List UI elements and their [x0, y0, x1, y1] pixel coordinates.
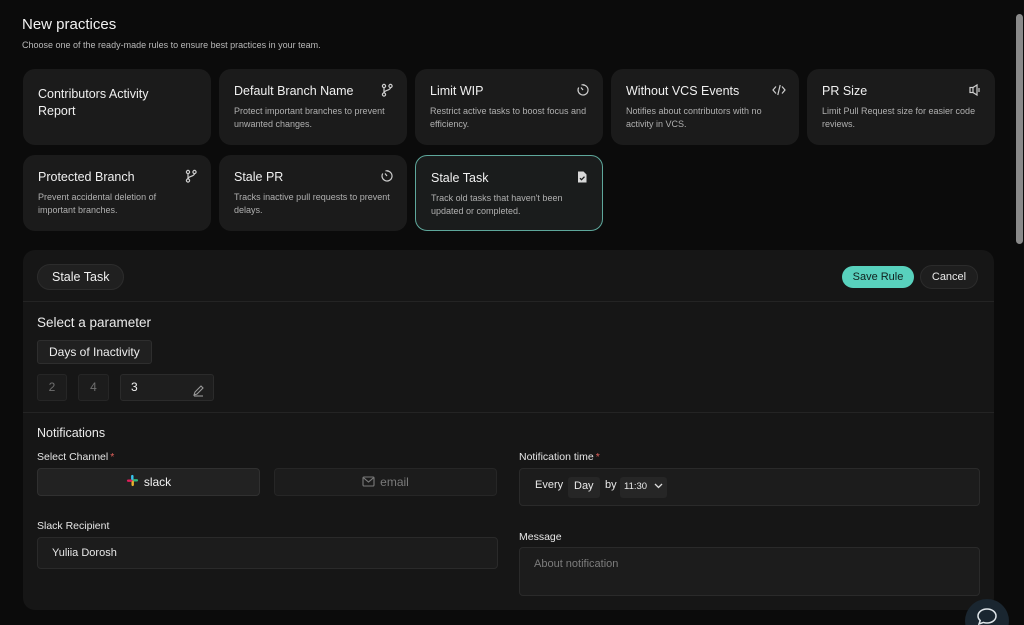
rule-card-stale-pr[interactable]: Stale PR Tracks inactive pull requests t… — [219, 155, 407, 231]
rule-card-pr-size[interactable]: PR Size Limit Pull Request size for easi… — [807, 69, 995, 145]
code-icon — [772, 83, 786, 97]
panel-header: Stale Task Save Rule Cancel — [23, 250, 994, 302]
rule-card-limit-wip[interactable]: Limit WIP Restrict active tasks to boost… — [415, 69, 603, 145]
slack-recipient-field[interactable]: Yuliia Dorosh — [37, 537, 498, 569]
card-title: Default Branch Name — [234, 84, 354, 98]
slack-icon — [126, 470, 139, 496]
notification-time-label-text: Notification time — [519, 451, 594, 463]
parameter-heading: Select a parameter — [37, 315, 152, 330]
chevron-down-icon — [654, 481, 663, 492]
card-title: PR Size — [822, 84, 868, 98]
message-label: Message — [519, 531, 562, 543]
time-select[interactable]: 11:30 — [620, 477, 667, 498]
card-description: Prevent accidental deletion of important… — [38, 192, 157, 215]
card-title: Protected Branch — [38, 170, 135, 184]
card-description: Protect important branches to prevent un… — [234, 106, 385, 129]
card-description: Notifies about contributors with no acti… — [626, 106, 762, 129]
required-asterisk: * — [595, 451, 600, 463]
notifications-heading: Notifications — [37, 426, 106, 440]
cancel-button[interactable]: Cancel — [920, 265, 978, 289]
save-rule-button[interactable]: Save Rule — [842, 266, 914, 288]
rule-card-contributors-activity-report[interactable]: Contributors Activity Report — [23, 69, 211, 145]
card-description: Limit Pull Request size for easier code … — [822, 106, 976, 129]
speaker-icon — [968, 83, 982, 97]
email-label: email — [380, 475, 409, 489]
edit-icon — [192, 381, 205, 397]
page-subtitle: Choose one of the ready-made rules to en… — [22, 40, 321, 50]
rule-card-default-branch-name[interactable]: Default Branch Name Protect important br… — [219, 69, 407, 145]
card-description: Restrict active tasks to boost focus and… — [430, 106, 587, 129]
by-text: by — [605, 479, 617, 491]
parameter-days-of-inactivity[interactable]: Days of Inactivity — [37, 340, 152, 364]
message-input[interactable]: About notification — [519, 547, 980, 596]
document-check-icon — [575, 170, 589, 184]
page-scrollbar[interactable] — [1016, 14, 1023, 244]
slack-channel-button[interactable]: slack — [37, 468, 260, 496]
branch-icon — [380, 83, 394, 97]
required-asterisk: * — [110, 451, 115, 463]
timer-icon — [576, 83, 590, 97]
value-option[interactable]: 2 — [37, 374, 67, 401]
card-title: Limit WIP — [430, 84, 484, 98]
select-channel-label-text: Select Channel — [37, 451, 109, 463]
email-channel-button[interactable]: email — [274, 468, 497, 496]
card-description: Tracks inactive pull requests to prevent… — [234, 192, 390, 215]
notification-time-field: Every Day by 11:30 — [519, 468, 980, 506]
custom-value-input[interactable]: 3 — [120, 374, 214, 401]
card-title: Contributors Activity Report — [38, 87, 149, 118]
rule-card-stale-task[interactable]: Stale Task Track old tasks that haven't … — [415, 155, 603, 231]
mail-icon — [362, 470, 375, 496]
custom-value-text: 3 — [131, 380, 138, 394]
card-description: Track old tasks that haven't been update… — [431, 193, 563, 216]
card-title: Stale PR — [234, 170, 284, 184]
card-title: Stale Task — [431, 171, 489, 185]
card-title: Without VCS Events — [626, 84, 740, 98]
select-channel-label: Select Channel * — [37, 451, 114, 463]
time-value: 11:30 — [624, 481, 648, 492]
slack-recipient-label: Slack Recipient — [37, 520, 110, 532]
page-title: New practices — [22, 16, 117, 33]
rule-card-protected-branch[interactable]: Protected Branch Prevent accidental dele… — [23, 155, 211, 231]
value-option[interactable]: 4 — [78, 374, 109, 401]
section-divider — [23, 412, 994, 413]
rule-config-panel: Stale Task Save Rule Cancel Select a par… — [23, 250, 994, 610]
timer-icon — [380, 169, 394, 183]
notification-time-label: Notification time * — [519, 451, 600, 463]
every-text: Every — [535, 479, 564, 491]
branch-icon — [184, 169, 198, 183]
rule-name-tag: Stale Task — [37, 264, 125, 290]
slack-label: slack — [143, 475, 172, 489]
rule-card-without-vcs-events[interactable]: Without VCS Events Notifies about contri… — [611, 69, 799, 145]
period-select[interactable]: Day — [568, 477, 600, 498]
